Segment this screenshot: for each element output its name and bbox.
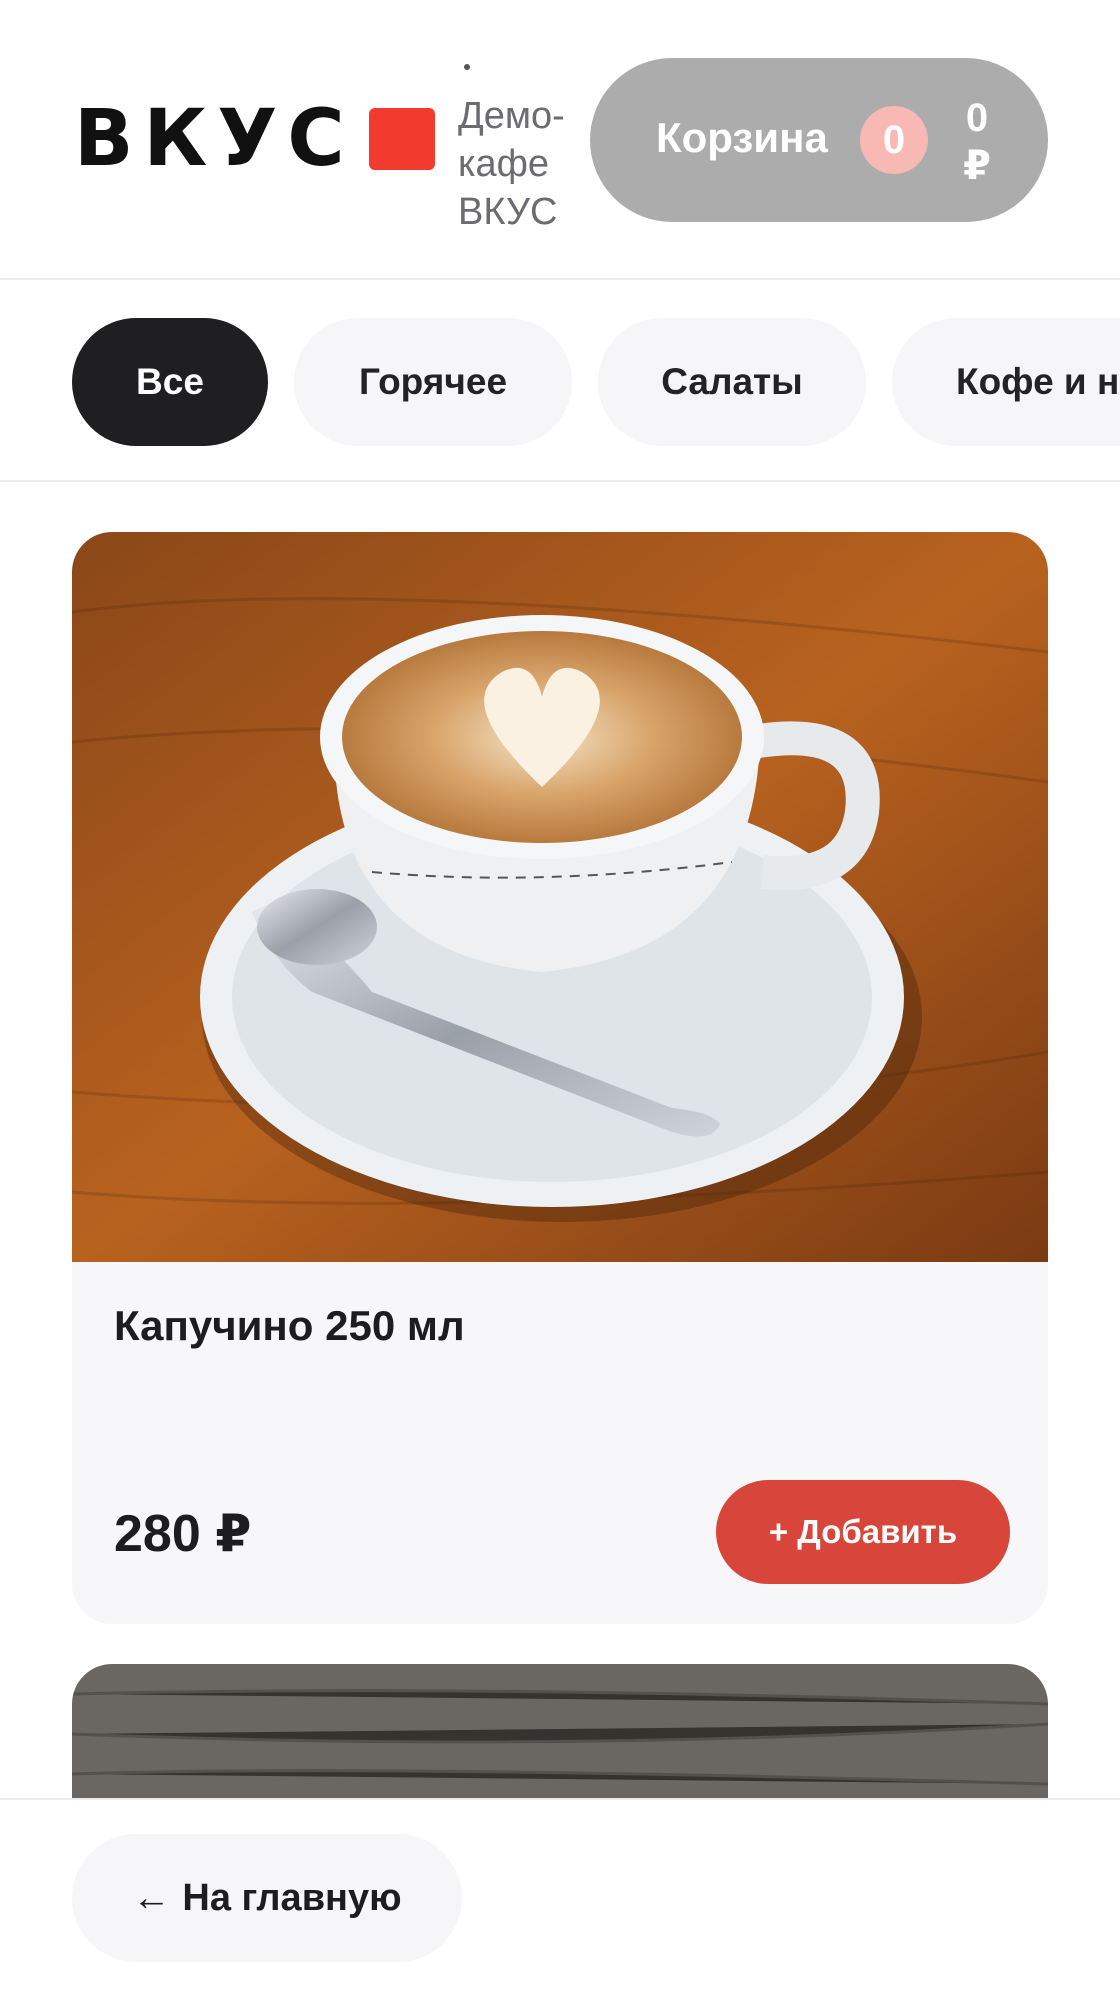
product-title: Капучино 250 мл [114,1302,465,1349]
cart-count-badge: 0 [860,106,928,174]
cart-label: Корзина [656,114,828,161]
arrow-left-icon: ← [132,1876,171,1919]
category-tabs: Все Горячее Салаты Кофе и н [0,282,1120,482]
header: ВКУС Демо-кафе ВКУС Корзина 0 0 ₽ [0,0,1120,280]
product-card: Капучино 250 мл 280 ₽ + Добавить [72,532,1048,1624]
footer: ← На главную [0,1798,1120,1992]
cafe-name: Демо-кафе ВКУС [458,95,565,233]
tab-all[interactable]: Все [72,318,268,446]
tab-hot[interactable]: Горячее [294,318,572,446]
home-button-label: На главную [182,1876,402,1919]
tab-salads[interactable]: Салаты [598,318,866,446]
cappuccino-photo [72,532,1048,1262]
tab-coffee[interactable]: Кофе и н [892,318,1120,446]
logo[interactable]: ВКУС [74,100,435,178]
separator-dot [464,64,470,70]
product-price: 280 ₽ [114,1505,252,1563]
add-to-cart-button[interactable]: + Добавить [716,1480,1010,1584]
cart-total: 0 ₽ [963,96,991,188]
home-button[interactable]: ← На главную [72,1834,462,1962]
cart-button[interactable]: Корзина 0 0 ₽ [590,58,1048,222]
logo-text: ВКУС [74,94,355,184]
logo-square-icon [368,108,435,170]
